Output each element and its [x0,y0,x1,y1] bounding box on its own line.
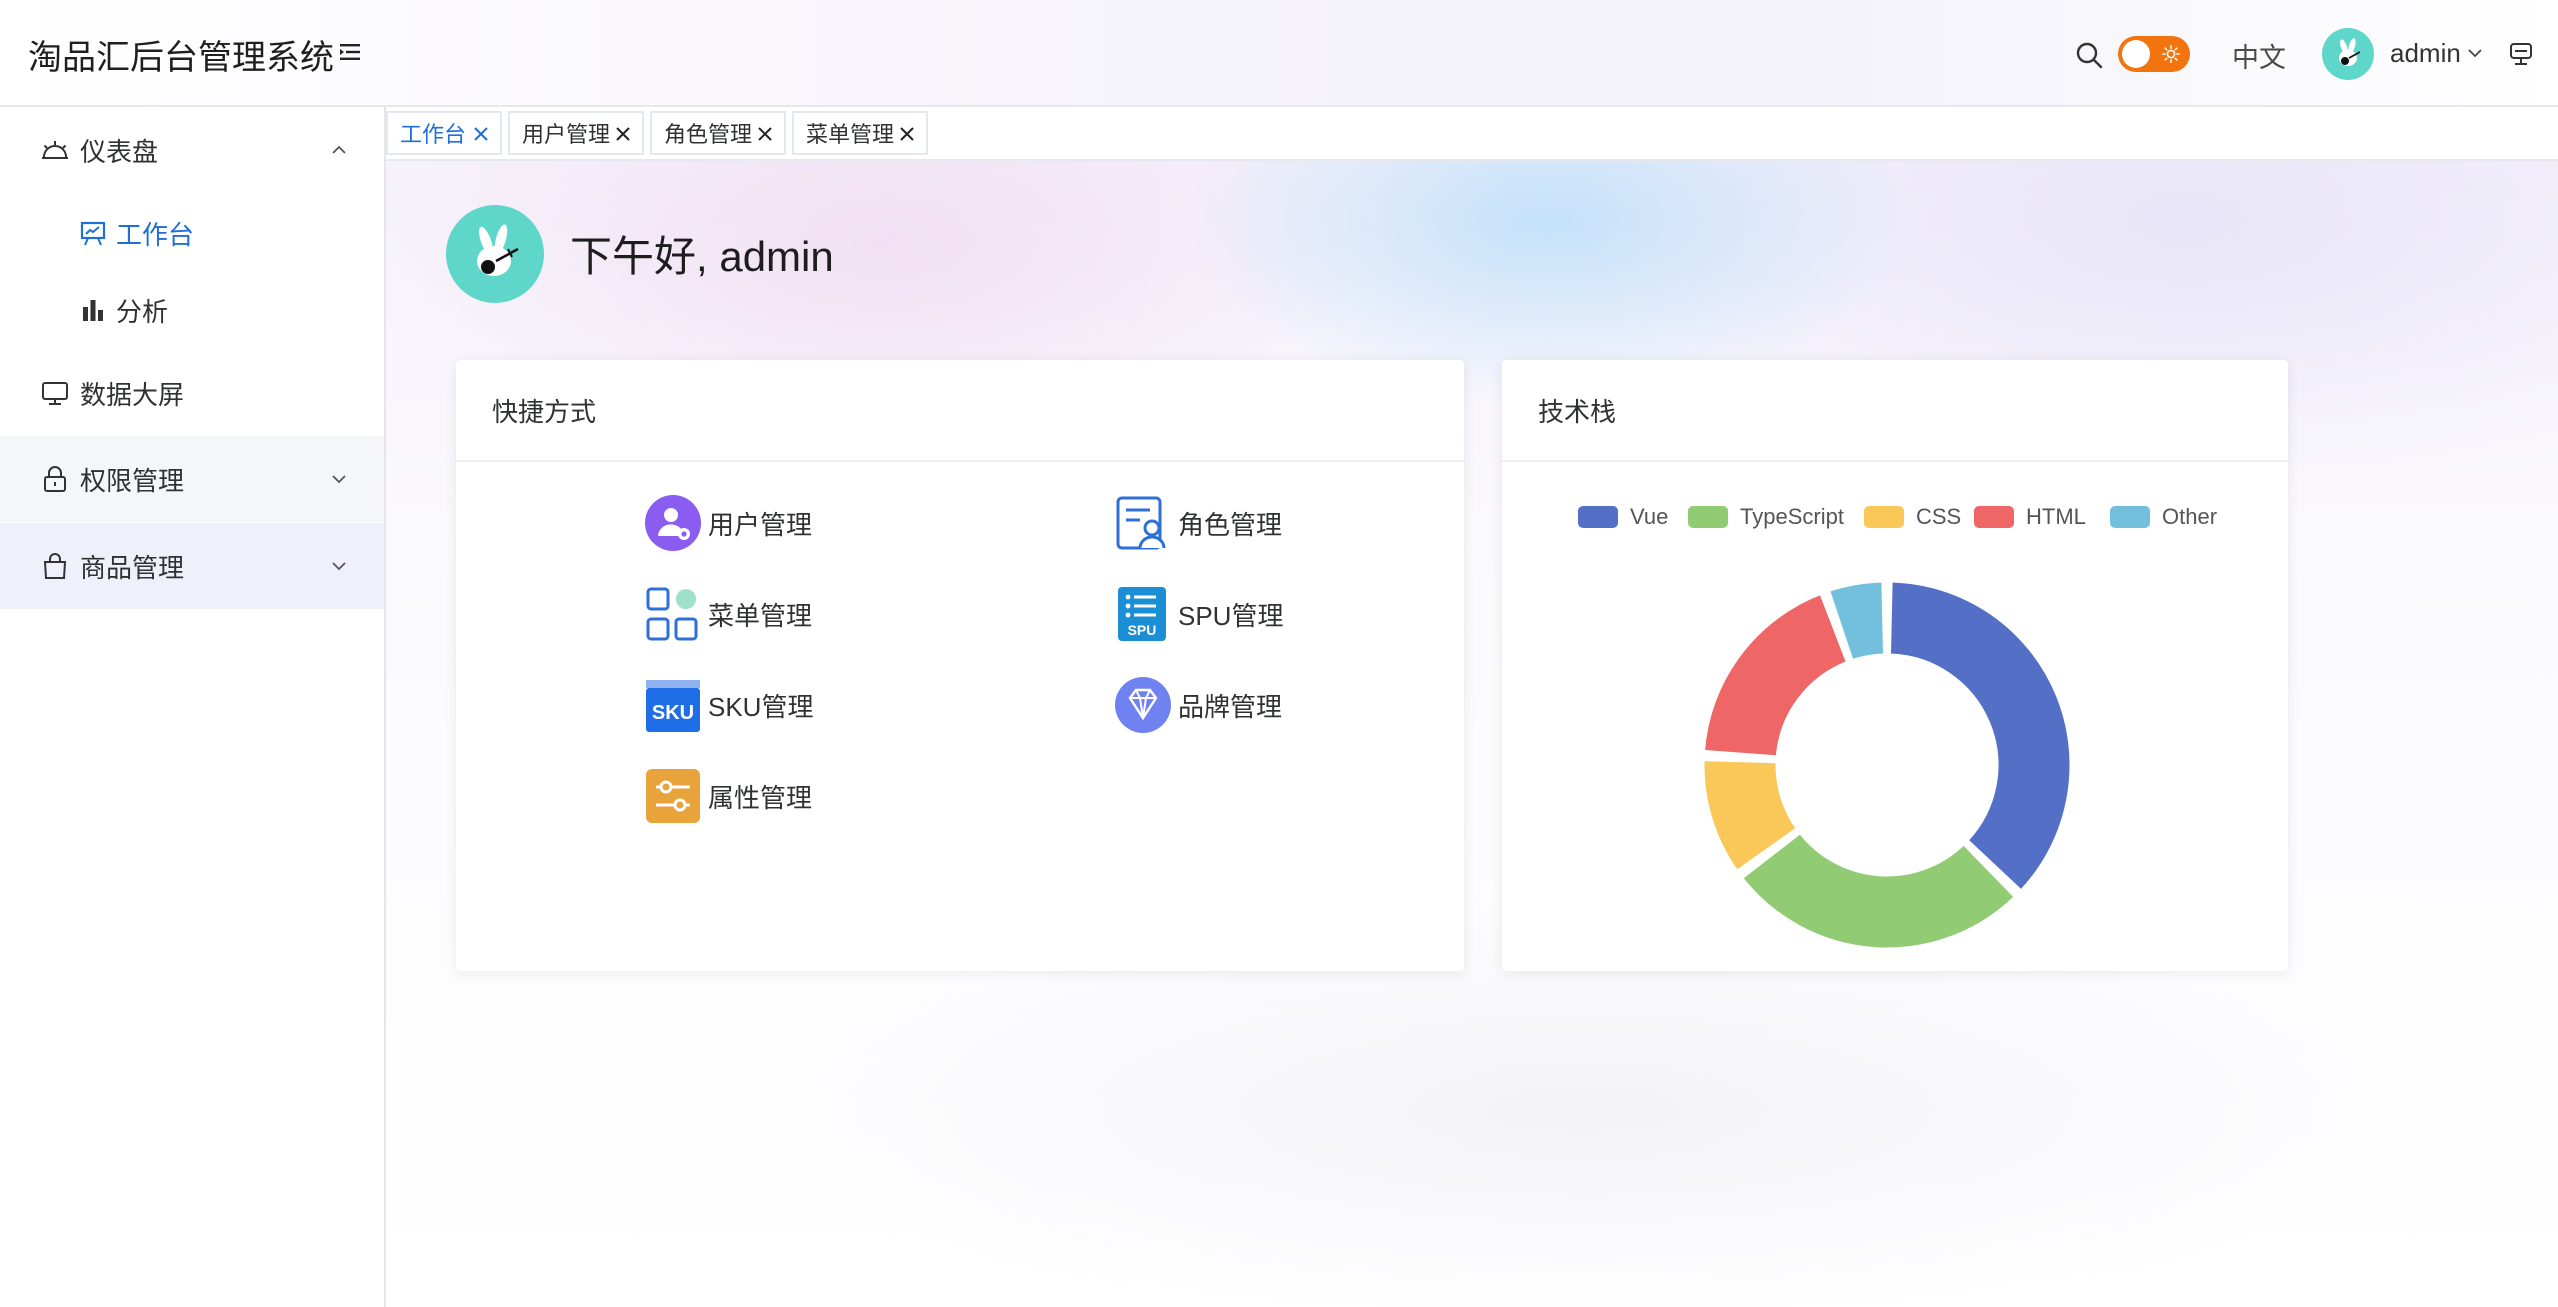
card-title: 快捷方式 [456,360,1464,462]
presentation-board-icon [80,221,106,246]
bar-chart-icon [83,300,103,321]
sidebar: 仪表盘 工作台 分析 数据大屏 权限管理 商品管理 [0,107,386,1307]
avatar-rabbit-icon [2339,38,2361,66]
diamond-icon [1115,677,1171,733]
sidebar-item-products[interactable]: 商品管理 [0,523,384,609]
dashboard-icon [42,141,68,159]
legend-swatch [2110,506,2150,528]
legend-label: HTML [2026,504,2086,529]
role-card-icon [1116,496,1166,550]
tabs-bar: 工作台 用户管理 角色管理 菜单管理 [386,107,2558,161]
legend-item-html[interactable]: HTML [1974,504,2086,530]
lock-icon [44,466,66,492]
tab-label: 菜单管理 [806,122,895,147]
tab-role-management[interactable]: 角色管理 [650,111,786,155]
logout-icon[interactable] [2506,38,2536,68]
tech-stack-donut-chart [1701,579,2073,951]
sliders-icon [646,769,700,823]
chevron-down-icon[interactable] [2466,44,2484,62]
shortcuts-card: 快捷方式 用户管理 角色管理 菜单管理 SPU SPU管理 SKU SKU管理 … [456,360,1464,971]
donut-slice-html[interactable] [1702,591,1849,759]
shortcut-brand-management[interactable]: 品牌管理 [1114,675,1282,735]
legend-item-other[interactable]: Other [2110,504,2217,530]
top-header: 淘品汇后台管理系统 中文 admin [0,0,2558,107]
shortcut-label: SKU管理 [708,691,814,722]
legend-swatch [1578,506,1618,528]
sidebar-item-label: 分析 [116,296,169,327]
svg-text:SPU: SPU [1128,622,1157,638]
sun-icon [2162,45,2180,63]
user-settings-icon [645,495,701,551]
legend-item-css[interactable]: CSS [1864,504,1961,530]
menu-grid-icon [646,587,698,641]
menu-fold-icon[interactable] [340,42,360,62]
main-content: 下午好, admin 快捷方式 用户管理 角色管理 菜单管理 SPU SPU管理… [386,161,2558,1307]
theme-toggle[interactable] [2118,36,2190,72]
shortcut-label: 角色管理 [1178,509,1283,540]
close-icon[interactable] [898,125,916,143]
tech-stack-card: 技术栈 Vue TypeScript CSS HTML Other [1502,360,2288,971]
sidebar-item-permissions[interactable]: 权限管理 [0,436,384,522]
donut-slice-typescript[interactable] [1740,831,2017,951]
sidebar-item-dashboard[interactable]: 仪表盘 [0,107,384,193]
card-title: 技术栈 [1502,360,2288,462]
legend-label: TypeScript [1740,504,1844,529]
shortcut-label: 属性管理 [708,782,813,813]
avatar [446,205,544,303]
username[interactable]: admin [2390,38,2461,69]
legend-item-typescript[interactable]: TypeScript [1688,504,1844,530]
language-switch[interactable]: 中文 [2232,36,2286,75]
svg-text:SKU: SKU [652,702,694,724]
tab-label: 用户管理 [522,122,611,147]
monitor-icon [42,382,68,405]
legend-label: CSS [1916,504,1962,529]
shortcut-user-management[interactable]: 用户管理 [644,493,812,553]
close-icon[interactable] [614,125,632,143]
sidebar-item-analysis[interactable]: 分析 [0,267,384,353]
app-title: 淘品汇后台管理系统 [28,39,334,77]
donut-slice-vue[interactable] [1887,579,2073,893]
tab-menu-management[interactable]: 菜单管理 [792,111,928,155]
shortcut-sku-management[interactable]: SKU SKU管理 [644,675,813,735]
avatar-rabbit-icon [477,224,519,276]
spu-list-icon: SPU [1118,587,1166,641]
sidebar-item-workbench[interactable]: 工作台 [0,190,384,276]
legend-item-vue[interactable]: Vue [1578,504,1668,530]
sidebar-item-label: 仪表盘 [80,136,159,167]
shortcut-role-management[interactable]: 角色管理 [1114,493,1282,553]
sku-box-icon: SKU [646,680,700,732]
shortcut-label: 用户管理 [708,509,813,540]
sidebar-item-label: 工作台 [116,219,195,250]
legend-swatch [1864,506,1904,528]
sidebar-item-data-screen[interactable]: 数据大屏 [0,350,384,436]
sidebar-item-label: 数据大屏 [80,379,185,410]
tab-label: 角色管理 [664,122,753,147]
legend-label: Vue [1630,504,1669,529]
close-icon[interactable] [756,125,774,143]
legend-label: Other [2162,504,2218,529]
chevron-up-icon [332,145,346,154]
sidebar-item-label: 商品管理 [80,552,185,583]
shopping-bag-icon [43,553,67,579]
shortcut-label: SPU管理 [1178,600,1284,631]
sidebar-item-label: 权限管理 [80,465,185,496]
greeting-text: 下午好, admin [570,233,834,280]
shortcut-spu-management[interactable]: SPU SPU管理 [1114,584,1283,644]
legend-swatch [1974,506,2014,528]
avatar[interactable] [2322,28,2374,80]
toggle-knob [2122,40,2150,68]
shortcut-label: 菜单管理 [708,600,813,631]
tab-label: 工作台 [400,122,467,147]
tab-workbench[interactable]: 工作台 [386,111,502,155]
shortcut-menu-management[interactable]: 菜单管理 [644,584,812,644]
tab-user-management[interactable]: 用户管理 [508,111,644,155]
search-icon[interactable] [2074,40,2104,70]
shortcut-attribute-management[interactable]: 属性管理 [644,766,812,826]
chevron-down-icon [332,475,346,484]
close-icon[interactable] [472,125,490,143]
legend-swatch [1688,506,1728,528]
chevron-down-icon [332,562,346,571]
shortcut-label: 品牌管理 [1178,691,1283,722]
